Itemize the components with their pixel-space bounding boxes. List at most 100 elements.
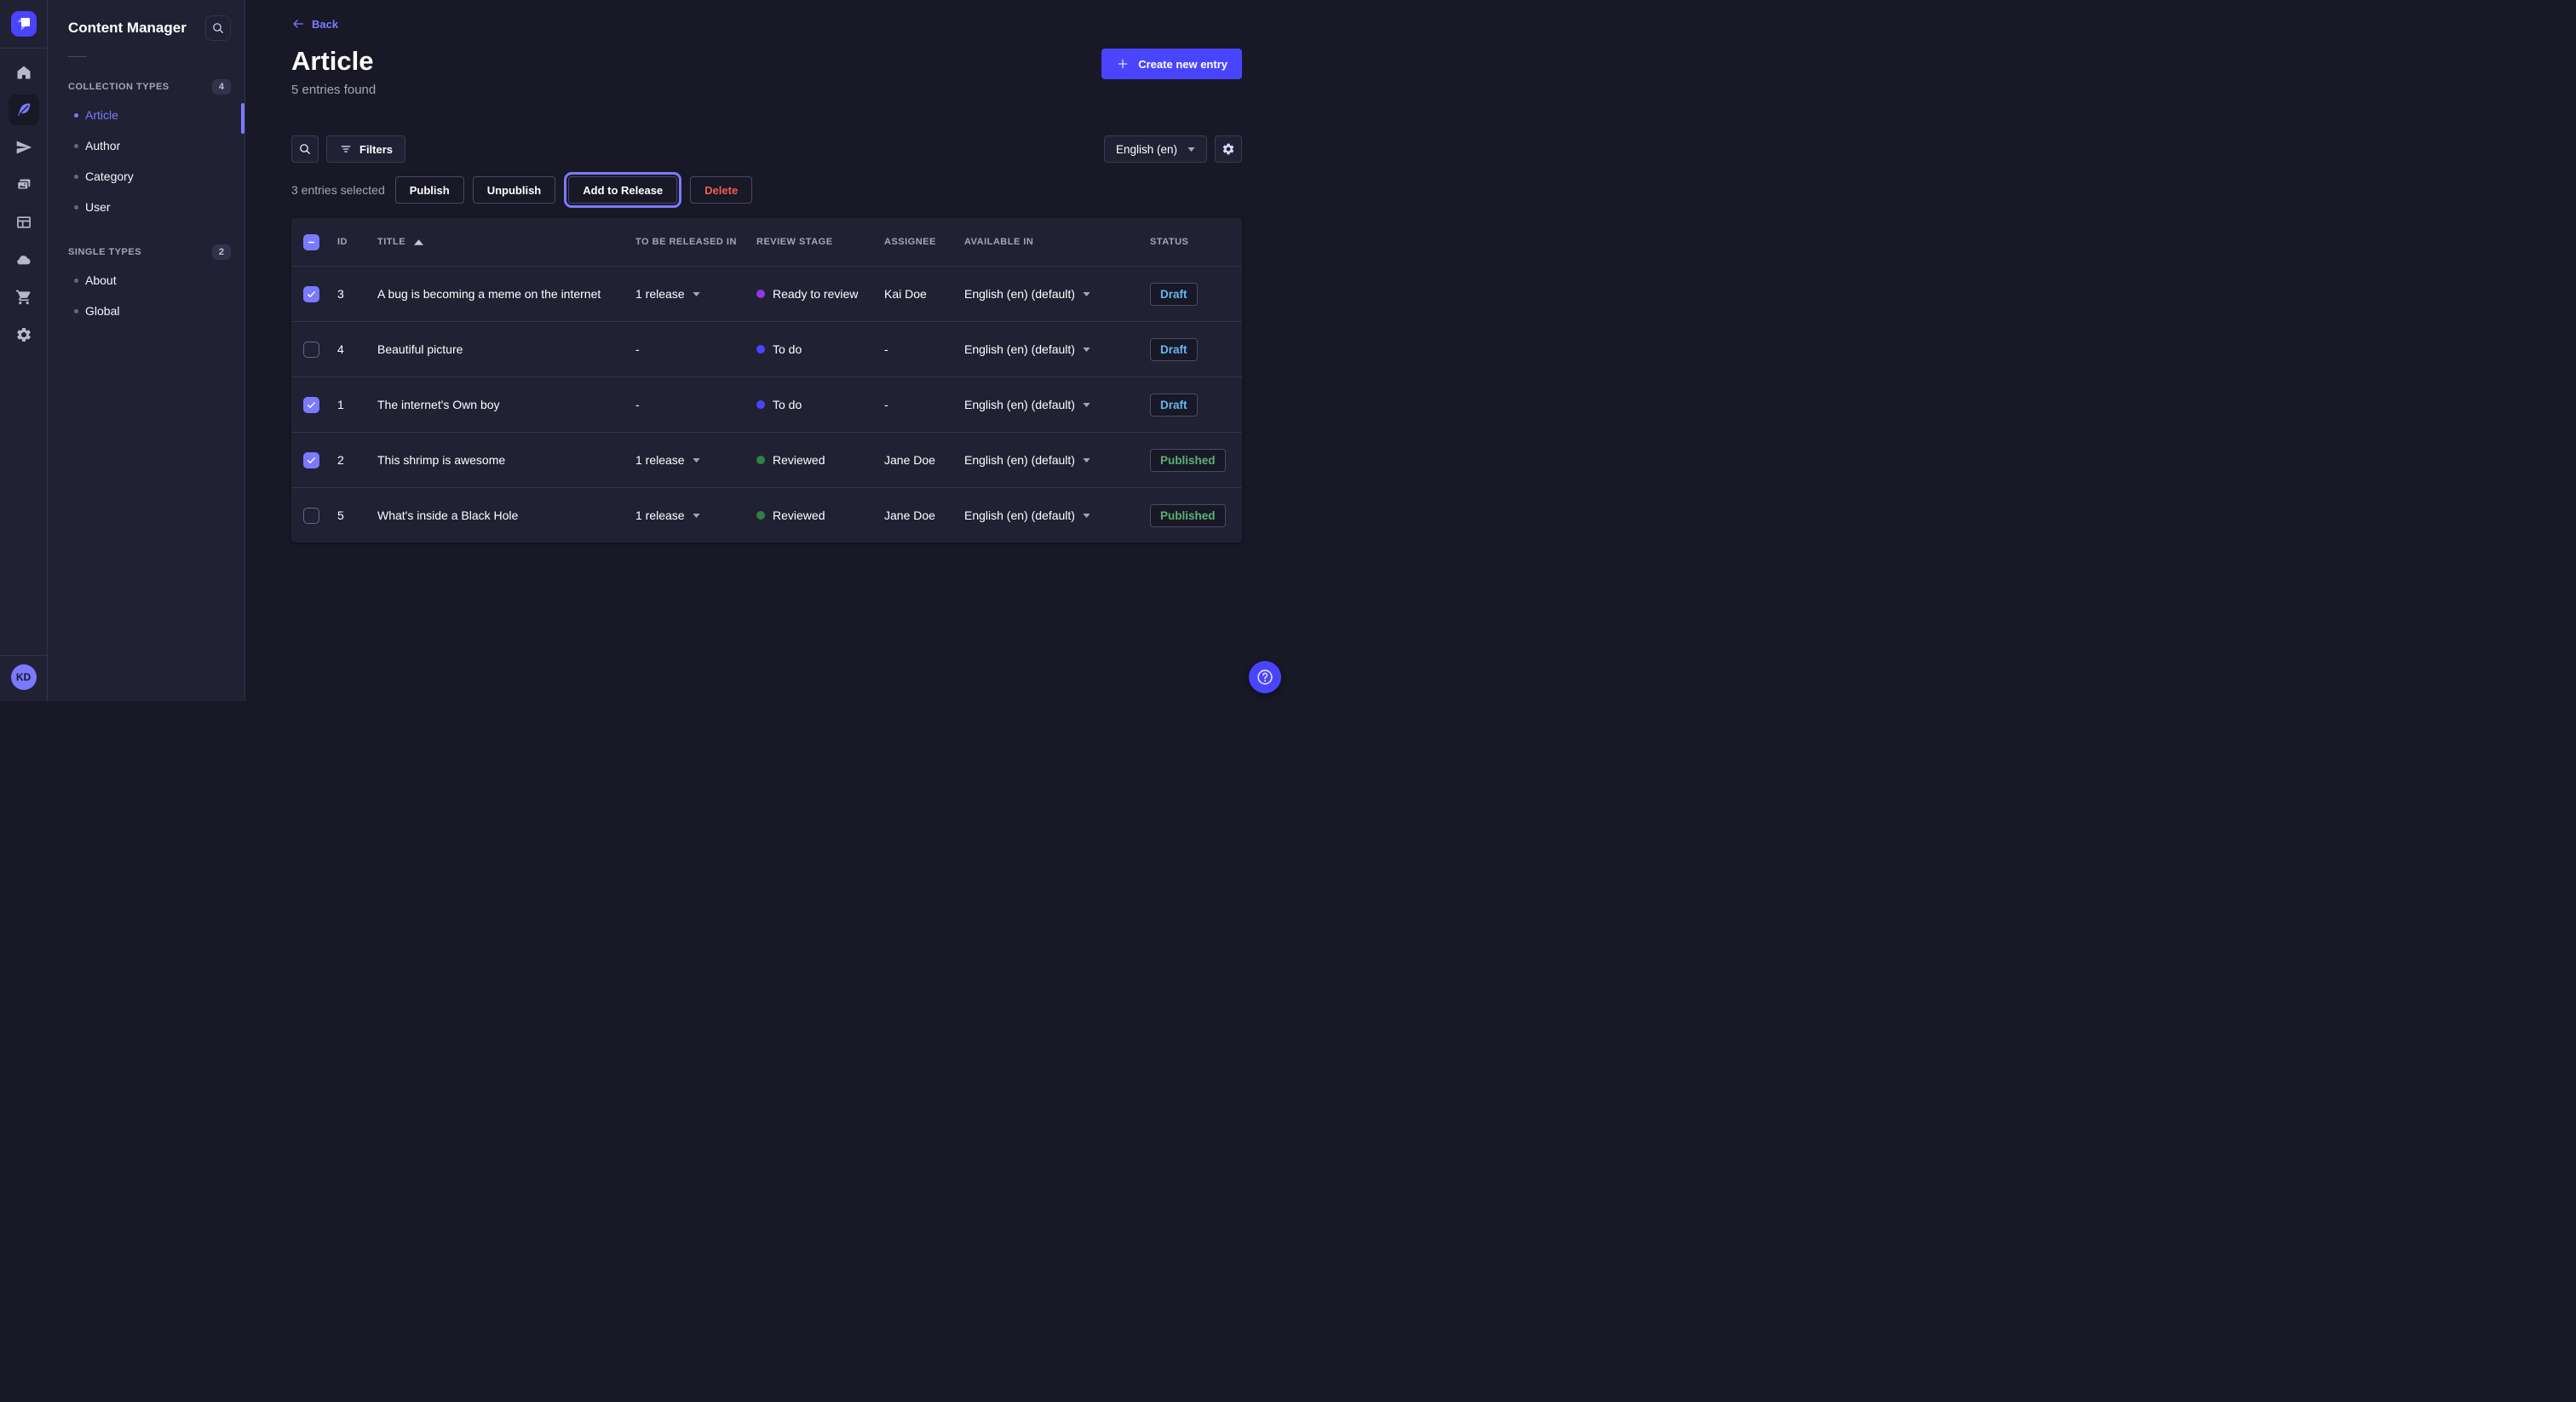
media-icon	[15, 176, 32, 193]
sidebar-item-label: Article	[85, 108, 118, 122]
strapi-logo-icon	[11, 11, 37, 37]
row-checkbox[interactable]	[303, 508, 319, 524]
sidebar-item-user[interactable]: User	[68, 192, 231, 222]
nav-paper-plane-button[interactable]	[9, 132, 39, 163]
nav-home-button[interactable]	[9, 57, 39, 88]
unpublish-button[interactable]: Unpublish	[473, 176, 556, 204]
cell-available-in[interactable]: English (en) (default)	[964, 287, 1150, 301]
column-header-available-in[interactable]: AVAILABLE IN	[964, 237, 1150, 247]
back-link[interactable]: Back	[291, 17, 338, 31]
column-header-review-stage[interactable]: REVIEW STAGE	[756, 237, 884, 247]
plus-icon	[1116, 57, 1130, 71]
bullet-icon	[74, 144, 78, 148]
table-row[interactable]: 5 What's inside a Black Hole 1 release R…	[291, 487, 1242, 543]
sidebar-item-author[interactable]: Author	[68, 130, 231, 161]
cell-title: What's inside a Black Hole	[370, 509, 635, 522]
table-row[interactable]: 4 Beautiful picture - To do - English (e…	[291, 321, 1242, 376]
cell-id: 4	[329, 342, 370, 356]
cell-title: A bug is becoming a meme on the internet	[370, 287, 635, 301]
stage-dot-icon	[756, 400, 765, 409]
check-icon	[306, 455, 317, 466]
chevron-down-icon	[1083, 403, 1090, 407]
main-content: Back Article 5 entries found Create new …	[245, 0, 1288, 701]
selection-count: 3 entries selected	[291, 183, 385, 197]
bullet-icon	[74, 205, 78, 210]
sidebar-divider	[68, 56, 87, 57]
delete-button[interactable]: Delete	[690, 176, 752, 204]
iconbar-nav	[9, 57, 39, 350]
sidebar-item-label: Author	[85, 139, 120, 152]
locale-select[interactable]: English (en)	[1104, 135, 1207, 163]
strapi-logo-button[interactable]	[11, 11, 37, 37]
filters-label: Filters	[359, 143, 393, 156]
sidebar-item-article[interactable]: Article	[68, 100, 231, 130]
cell-to-be-released-in[interactable]: 1 release	[635, 287, 756, 301]
cell-available-in[interactable]: English (en) (default)	[964, 398, 1150, 411]
cell-available-in[interactable]: English (en) (default)	[964, 453, 1150, 467]
nav-cart-button[interactable]	[9, 282, 39, 313]
cell-review-stage: Ready to review	[756, 287, 884, 301]
view-settings-button[interactable]	[1215, 135, 1242, 163]
paper-plane-icon	[15, 139, 32, 156]
table-row[interactable]: 1 The internet's Own boy - To do - Engli…	[291, 376, 1242, 432]
back-label: Back	[312, 18, 338, 31]
layout-icon	[15, 214, 32, 231]
create-new-entry-label: Create new entry	[1138, 58, 1228, 71]
nav-media-button[interactable]	[9, 170, 39, 200]
column-header-id[interactable]: ID	[329, 237, 370, 247]
filter-icon	[339, 142, 353, 156]
stage-dot-icon	[756, 511, 765, 520]
feather-icon	[15, 101, 32, 118]
bullet-icon	[74, 175, 78, 179]
sidebar-item-global[interactable]: Global	[68, 296, 231, 326]
cell-to-be-released-in[interactable]: 1 release	[635, 509, 756, 522]
arrow-left-icon	[291, 17, 305, 31]
entries-table: ID TITLE TO BE RELEASED IN REVIEW STAGE …	[291, 218, 1242, 543]
gear-icon	[15, 326, 32, 343]
row-checkbox[interactable]	[303, 397, 319, 413]
nav-gear-button[interactable]	[9, 319, 39, 350]
question-circle-icon	[1256, 668, 1274, 687]
nav-feather-button[interactable]	[9, 95, 39, 125]
cell-to-be-released-in[interactable]: -	[635, 398, 756, 411]
sidebar-item-about[interactable]: About	[68, 265, 231, 296]
row-checkbox[interactable]	[303, 452, 319, 468]
add-to-release-button[interactable]: Add to Release	[568, 176, 677, 204]
row-checkbox[interactable]	[303, 286, 319, 302]
cell-available-in[interactable]: English (en) (default)	[964, 509, 1150, 522]
filters-button[interactable]: Filters	[326, 135, 405, 163]
cell-to-be-released-in[interactable]: -	[635, 342, 756, 356]
status-badge: Draft	[1150, 283, 1198, 306]
search-button[interactable]	[291, 135, 319, 163]
table-row[interactable]: 3 A bug is becoming a meme on the intern…	[291, 266, 1242, 321]
table-row[interactable]: 2 This shrimp is awesome 1 release Revie…	[291, 432, 1242, 487]
sidebar-items: Article Author Category User	[68, 100, 231, 222]
cell-to-be-released-in[interactable]: 1 release	[635, 453, 756, 467]
column-header-assignee[interactable]: ASSIGNEE	[884, 237, 964, 247]
indeterminate-dash-icon	[306, 237, 317, 248]
cell-id: 1	[329, 398, 370, 411]
avatar[interactable]: KD	[11, 664, 37, 690]
main-iconbar: KD	[0, 0, 48, 701]
sidebar-search-button[interactable]	[205, 15, 231, 41]
column-header-status[interactable]: STATUS	[1150, 237, 1242, 247]
check-icon	[306, 289, 317, 300]
cell-assignee: -	[884, 398, 964, 411]
sidebar-item-label: Global	[85, 304, 119, 318]
create-new-entry-button[interactable]: Create new entry	[1101, 49, 1242, 79]
publish-button[interactable]: Publish	[395, 176, 464, 204]
sidebar-item-category[interactable]: Category	[68, 161, 231, 192]
nav-cloud-button[interactable]	[9, 244, 39, 275]
row-checkbox[interactable]	[303, 342, 319, 358]
column-header-to-be-released-in[interactable]: TO BE RELEASED IN	[635, 237, 756, 247]
column-header-title[interactable]: TITLE	[370, 237, 635, 247]
iconbar-bottom: KD	[0, 655, 47, 701]
cell-review-stage: Reviewed	[756, 453, 884, 467]
sidebar-title: Content Manager	[68, 20, 187, 37]
chevron-down-icon	[693, 514, 700, 518]
help-button[interactable]	[1249, 661, 1281, 693]
cell-available-in[interactable]: English (en) (default)	[964, 342, 1150, 356]
chevron-down-icon	[1083, 292, 1090, 296]
nav-layout-button[interactable]	[9, 207, 39, 238]
select-all-checkbox[interactable]	[303, 234, 319, 250]
